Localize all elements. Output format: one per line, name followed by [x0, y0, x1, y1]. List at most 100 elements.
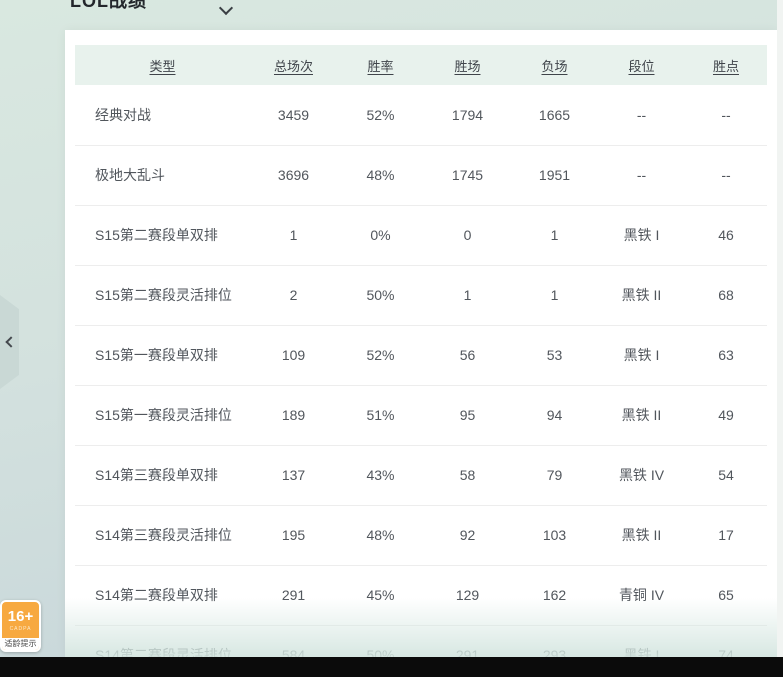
cell-type: S14第三赛段单双排: [75, 445, 250, 505]
col-header-total[interactable]: 总场次: [250, 45, 337, 85]
col-header-winrate[interactable]: 胜率: [337, 45, 424, 85]
cell-winrate: 50%: [337, 265, 424, 325]
cell-total: 291: [250, 565, 337, 625]
cell-wins: 92: [424, 505, 511, 565]
cell-points: 74: [685, 625, 767, 657]
col-header-points[interactable]: 胜点: [685, 45, 767, 85]
cell-total: 137: [250, 445, 337, 505]
cell-losses: 1665: [511, 85, 598, 145]
table-row: S15第二赛段灵活排位 2 50% 1 1 黑铁 II 68: [75, 265, 767, 325]
cell-losses: 293: [511, 625, 598, 657]
cell-rank: --: [598, 145, 685, 205]
cell-winrate: 52%: [337, 325, 424, 385]
table-row: S15第一赛段单双排 109 52% 56 53 黑铁 I 63: [75, 325, 767, 385]
cell-winrate: 43%: [337, 445, 424, 505]
cell-points: 63: [685, 325, 767, 385]
cell-losses: 53: [511, 325, 598, 385]
table-row: S14第二赛段灵活排位 584 50% 291 293 黑铁 I 74: [75, 625, 767, 657]
cell-wins: 56: [424, 325, 511, 385]
table-header-row: 类型 总场次 胜率 胜场 负场 段位 胜点: [75, 45, 767, 85]
cell-points: --: [685, 145, 767, 205]
cell-type: S15第一赛段灵活排位: [75, 385, 250, 445]
cell-winrate: 51%: [337, 385, 424, 445]
page: { "header": { "title": "LOL战绩" }, "age_b…: [0, 0, 783, 677]
cell-wins: 95: [424, 385, 511, 445]
cell-winrate: 50%: [337, 625, 424, 657]
cell-total: 584: [250, 625, 337, 657]
chevron-down-icon[interactable]: [221, 3, 231, 13]
col-header-wins[interactable]: 胜场: [424, 45, 511, 85]
stats-card: 类型 总场次 胜率 胜场 负场 段位 胜点 经典对战 3459 52% 1794…: [65, 30, 777, 657]
table-row: S14第三赛段单双排 137 43% 58 79 黑铁 IV 54: [75, 445, 767, 505]
cell-losses: 162: [511, 565, 598, 625]
cell-points: 68: [685, 265, 767, 325]
cell-total: 2: [250, 265, 337, 325]
table-row: S15第二赛段单双排 1 0% 0 1 黑铁 I 46: [75, 205, 767, 265]
cell-wins: 1: [424, 265, 511, 325]
col-header-rank[interactable]: 段位: [598, 45, 685, 85]
cell-wins: 129: [424, 565, 511, 625]
cell-wins: 1745: [424, 145, 511, 205]
table-row: S14第二赛段单双排 291 45% 129 162 青铜 IV 65: [75, 565, 767, 625]
table-row: S14第三赛段灵活排位 195 48% 92 103 黑铁 II 17: [75, 505, 767, 565]
age-rating-org: CADPA: [10, 626, 32, 632]
age-rating-value: 16+: [8, 609, 33, 624]
cell-losses: 103: [511, 505, 598, 565]
cell-winrate: 0%: [337, 205, 424, 265]
cell-total: 1: [250, 205, 337, 265]
col-header-type[interactable]: 类型: [75, 45, 250, 85]
cell-winrate: 52%: [337, 85, 424, 145]
cell-points: 49: [685, 385, 767, 445]
table-row: 极地大乱斗 3696 48% 1745 1951 -- --: [75, 145, 767, 205]
cell-type: S15第二赛段灵活排位: [75, 265, 250, 325]
cell-losses: 1: [511, 265, 598, 325]
collapse-panel-button[interactable]: [0, 295, 19, 389]
table-row: S15第一赛段灵活排位 189 51% 95 94 黑铁 II 49: [75, 385, 767, 445]
cell-losses: 1951: [511, 145, 598, 205]
cell-wins: 0: [424, 205, 511, 265]
cell-winrate: 45%: [337, 565, 424, 625]
cell-type: S14第二赛段灵活排位: [75, 625, 250, 657]
table-row: 经典对战 3459 52% 1794 1665 -- --: [75, 85, 767, 145]
cell-points: 65: [685, 565, 767, 625]
bottom-black-bar: [0, 657, 783, 677]
cell-rank: 黑铁 IV: [598, 445, 685, 505]
cell-losses: 1: [511, 205, 598, 265]
chevron-left-icon: [5, 336, 16, 347]
cell-type: S15第二赛段单双排: [75, 205, 250, 265]
right-edge-strip: [777, 0, 783, 657]
cell-type: S14第三赛段灵活排位: [75, 505, 250, 565]
cell-total: 195: [250, 505, 337, 565]
cell-rank: 黑铁 I: [598, 325, 685, 385]
cell-wins: 1794: [424, 85, 511, 145]
cell-type: S15第一赛段单双排: [75, 325, 250, 385]
age-rating-label: 适龄提示: [2, 638, 39, 650]
cell-rank: 黑铁 I: [598, 205, 685, 265]
stats-table: 类型 总场次 胜率 胜场 负场 段位 胜点 经典对战 3459 52% 1794…: [75, 45, 767, 657]
cell-rank: --: [598, 85, 685, 145]
cell-total: 3459: [250, 85, 337, 145]
cell-rank: 青铜 IV: [598, 565, 685, 625]
cell-rank: 黑铁 II: [598, 265, 685, 325]
age-rating-top: 16+ CADPA: [2, 602, 39, 638]
col-header-losses[interactable]: 负场: [511, 45, 598, 85]
cell-losses: 79: [511, 445, 598, 505]
page-title: LOL战绩: [70, 0, 147, 13]
cell-total: 109: [250, 325, 337, 385]
cell-total: 3696: [250, 145, 337, 205]
cell-type: S14第二赛段单双排: [75, 565, 250, 625]
cell-winrate: 48%: [337, 505, 424, 565]
cell-points: --: [685, 85, 767, 145]
cell-type: 极地大乱斗: [75, 145, 250, 205]
cell-losses: 94: [511, 385, 598, 445]
cell-points: 54: [685, 445, 767, 505]
cell-rank: 黑铁 II: [598, 385, 685, 445]
age-rating-badge[interactable]: 16+ CADPA 适龄提示: [0, 600, 41, 652]
cell-rank: 黑铁 I: [598, 625, 685, 657]
cell-points: 46: [685, 205, 767, 265]
cell-wins: 291: [424, 625, 511, 657]
cell-winrate: 48%: [337, 145, 424, 205]
cell-total: 189: [250, 385, 337, 445]
cell-points: 17: [685, 505, 767, 565]
cell-type: 经典对战: [75, 85, 250, 145]
